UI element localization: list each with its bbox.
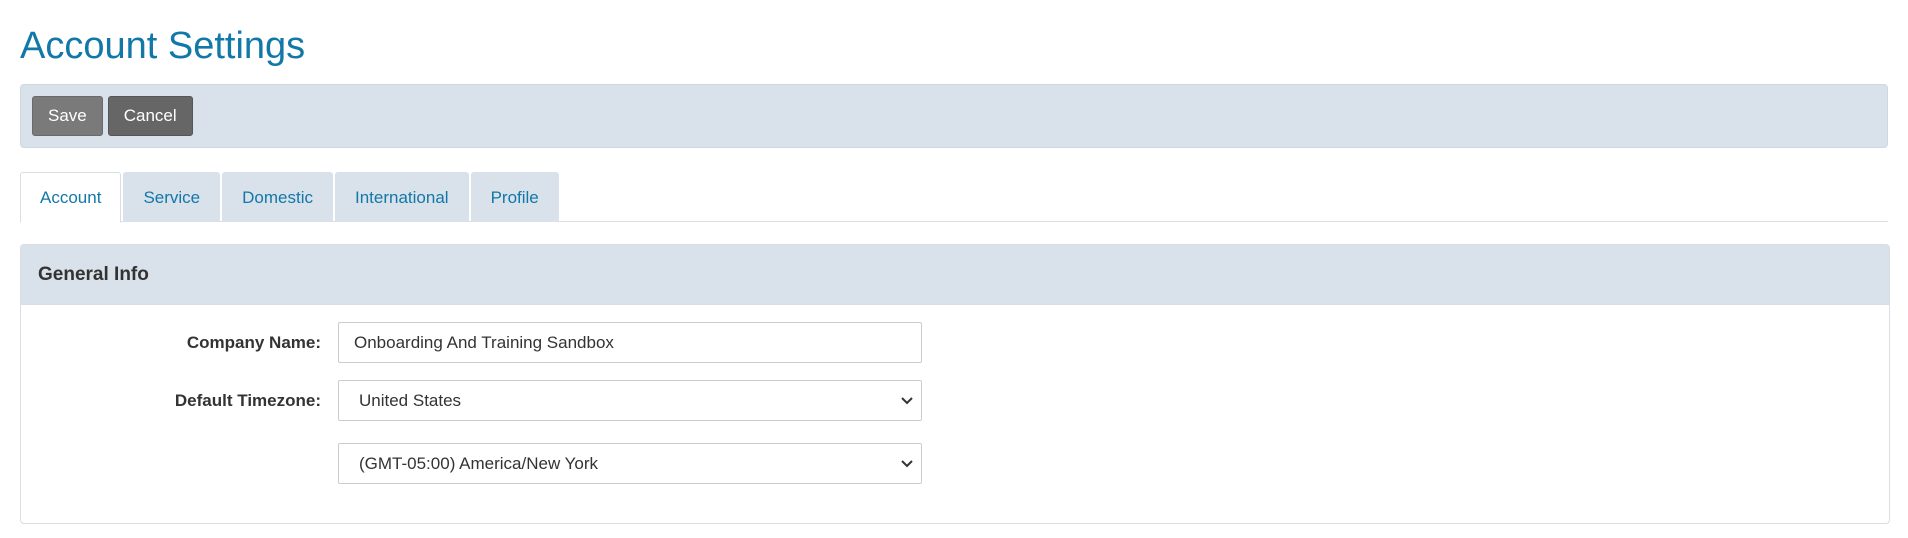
timezone-country-value: United States [359, 390, 462, 410]
company-name-input[interactable]: Onboarding And Training Sandbox [338, 322, 922, 363]
tab-international[interactable]: International [334, 172, 469, 222]
save-button[interactable]: Save [32, 96, 103, 136]
panel-body: Company Name: Onboarding And Training Sa… [21, 305, 1889, 523]
tab-service[interactable]: Service [123, 172, 221, 222]
chevron-down-icon [901, 397, 913, 405]
timezone-zone-row: (GMT-05:00) America/New York [21, 443, 922, 484]
default-timezone-label: Default Timezone: [174, 390, 321, 410]
company-name-label: Company Name: [186, 332, 321, 352]
timezone-country-select[interactable]: United States [338, 380, 922, 421]
settings-tabs: Account Service Domestic International P… [20, 172, 1888, 223]
tab-profile[interactable]: Profile [470, 172, 559, 222]
company-name-row: Company Name: Onboarding And Training Sa… [21, 322, 922, 363]
panel-heading: General Info [21, 245, 1889, 305]
general-info-panel: General Info Company Name: Onboarding An… [20, 244, 1890, 524]
page-title: Account Settings [20, 25, 306, 67]
timezone-zone-value: (GMT-05:00) America/New York [359, 453, 599, 473]
account-settings-page: Account Settings Save Cancel Account Ser… [0, 0, 1908, 538]
tab-account[interactable]: Account [20, 172, 122, 223]
tab-domestic[interactable]: Domestic [222, 172, 333, 222]
timezone-zone-select[interactable]: (GMT-05:00) America/New York [338, 443, 922, 484]
default-timezone-row: Default Timezone: United States [21, 380, 922, 421]
chevron-down-icon [901, 460, 913, 468]
cancel-button[interactable]: Cancel [107, 96, 193, 136]
action-toolbar: Save Cancel [20, 84, 1888, 148]
